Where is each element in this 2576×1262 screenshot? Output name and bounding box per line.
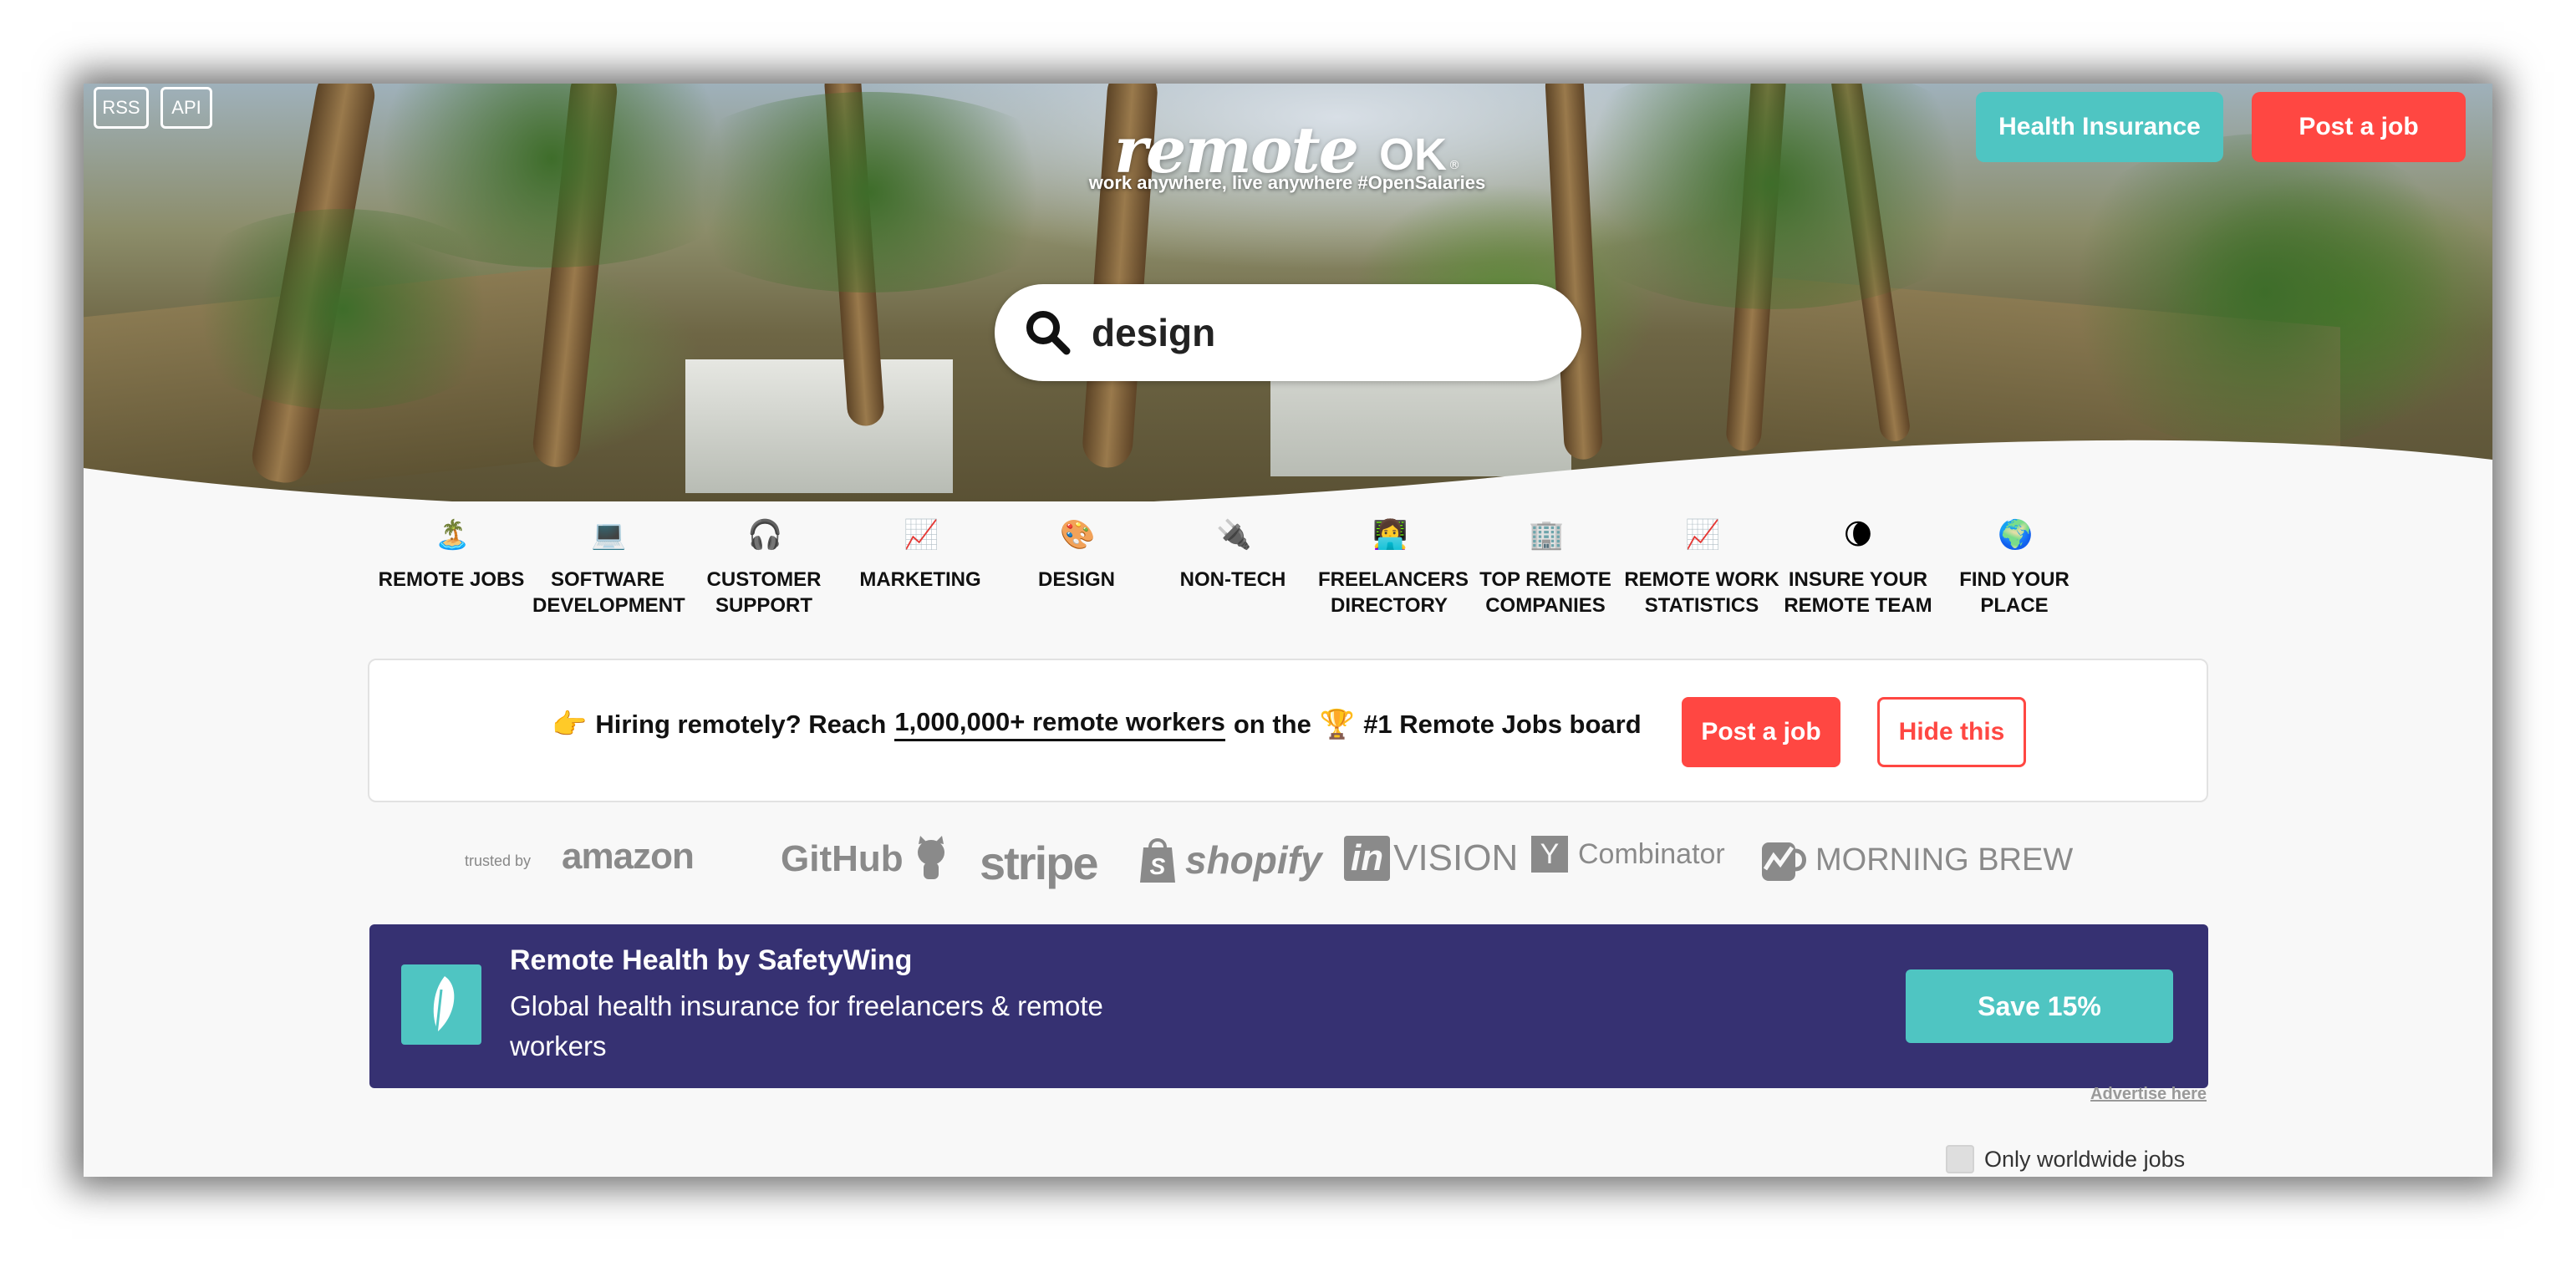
category-label: REMOTE JOBS: [378, 568, 525, 591]
trusted-by-logos: trusted by amazon GitHub stripe S shopif…: [461, 819, 2175, 903]
invision-logo: in VISION: [1344, 836, 1518, 881]
palm-fronds: [1538, 84, 2006, 309]
brand-name: Combinator: [1578, 837, 1725, 870]
y-combinator-logo: Y Combinator: [1531, 836, 1725, 873]
brand-name: stripe: [980, 837, 1098, 889]
palm-fronds: [167, 209, 518, 410]
hide-banner-button[interactable]: Hide this: [1877, 697, 2026, 767]
category-non-tech[interactable]: 🔌 NON-TECH: [1149, 518, 1316, 593]
search-input[interactable]: [1092, 310, 1560, 355]
trusted-by-label: trusted by: [465, 852, 532, 869]
office-building-icon: 🏢: [1529, 518, 1565, 552]
shopify-logo: S shopify: [1137, 836, 1322, 884]
pointing-hand-icon: 👉: [552, 707, 588, 741]
technologist-icon: 👩‍💻: [1372, 518, 1408, 552]
headphones-icon: 🎧: [747, 518, 783, 552]
plug-icon: 🔌: [1216, 518, 1252, 552]
hiring-banner: 👉 Hiring remotely? Reach 1,000,000+ remo…: [368, 659, 2208, 802]
sponsor-banner[interactable]: Remote Health by SafetyWing Global healt…: [369, 924, 2208, 1088]
trophy-icon: 🏆: [1319, 707, 1356, 741]
category-remote-jobs[interactable]: 🏝️ REMOTE JOBS: [368, 518, 535, 593]
amazon-logo: amazon: [562, 836, 695, 878]
brand-name: Y: [1531, 836, 1568, 873]
category-label: SOFTWARE DEVELOPMENT: [532, 568, 685, 617]
search-bar[interactable]: [995, 284, 1581, 381]
banner-post-job-button[interactable]: Post a job: [1682, 697, 1840, 767]
category-label: NON-TECH: [1179, 568, 1286, 591]
category-label: FIND YOUR PLACE: [1959, 568, 2069, 617]
category-label: INSURE YOUR REMOTE TEAM: [1784, 568, 1932, 617]
chart-up-icon: 📈: [1685, 518, 1721, 552]
advertise-link[interactable]: Advertise here: [2081, 1085, 2207, 1104]
feather-icon: [433, 976, 455, 1036]
logo-registered-mark: ®: [1448, 159, 1460, 172]
post-job-button[interactable]: Post a job: [2252, 92, 2466, 162]
hiring-text-middle: on the: [1233, 709, 1311, 739]
globe-icon: 🌍: [1998, 518, 2034, 552]
brand-name: amazon: [562, 836, 695, 877]
search-icon[interactable]: [1023, 308, 1073, 358]
octocat-icon: [917, 836, 944, 879]
sponsor-description: Global health insurance for freelancers …: [510, 990, 1103, 1061]
brand-name: GitHub: [781, 838, 904, 879]
reach-workers-link[interactable]: 1,000,000+ remote workers: [894, 707, 1225, 741]
svg-text:S: S: [1150, 853, 1166, 879]
category-label: MARKETING: [859, 568, 981, 591]
worldwide-checkbox[interactable]: [1946, 1145, 1974, 1173]
hiring-text-before: Hiring remotely? Reach: [595, 709, 887, 739]
hiring-banner-text: 👉 Hiring remotely? Reach 1,000,000+ remo…: [552, 707, 1642, 741]
save-discount-button[interactable]: Save 15%: [1906, 969, 2173, 1043]
island-icon: 🏝️: [435, 518, 471, 552]
brand-name: MORNING BREW: [1815, 842, 2074, 878]
category-remote-work-statistics[interactable]: 📈 REMOTE WORK STATISTICS: [1618, 518, 1785, 618]
category-label: FREELANCERS DIRECTORY: [1318, 568, 1469, 617]
category-nav: 🏝️ REMOTE JOBS 💻 SOFTWARE DEVELOPMENT 🎧 …: [368, 518, 2207, 652]
brand-name: in: [1344, 836, 1391, 881]
palette-icon: 🎨: [1060, 518, 1096, 552]
browser-page: RSS API remote OK ® work anywhere, live …: [84, 84, 2492, 1177]
chart-up-icon: 📈: [904, 518, 939, 552]
category-insure-your-remote-team[interactable]: 🌘 INSURE YOUR REMOTE TEAM: [1774, 518, 1942, 618]
morning-brew-logo: MORNING BREW: [1759, 836, 2073, 884]
mug-icon: [1762, 842, 1806, 881]
brand-name: shopify: [1185, 838, 1322, 882]
api-button[interactable]: API: [160, 87, 212, 129]
category-marketing[interactable]: 📈 MARKETING: [837, 518, 1004, 593]
category-find-your-place[interactable]: 🌍 FIND YOUR PLACE: [1931, 518, 2098, 618]
site-tagline: work anywhere, live anywhere #OpenSalari…: [1088, 172, 1486, 193]
github-logo: GitHub: [781, 836, 950, 883]
category-label: REMOTE WORK STATISTICS: [1624, 568, 1779, 617]
site-logo[interactable]: remote OK ®: [1114, 90, 1460, 182]
moon-icon: 🌘: [1843, 518, 1873, 552]
category-label: CUSTOMER SUPPORT: [706, 568, 822, 617]
stripe-logo: stripe: [980, 836, 1098, 890]
category-freelancers-directory[interactable]: 👩‍💻 FREELANCERS DIRECTORY: [1306, 518, 1473, 618]
category-label: TOP REMOTE COMPANIES: [1479, 568, 1611, 617]
category-design[interactable]: 🎨 DESIGN: [993, 518, 1160, 593]
hero-banner: RSS API remote OK ® work anywhere, live …: [84, 84, 2492, 501]
palm-fronds: [2048, 134, 2482, 451]
safetywing-logo: [401, 964, 481, 1045]
category-software-development[interactable]: 💻 SOFTWARE DEVELOPMENT: [524, 518, 691, 618]
shopping-bag-icon: S: [1140, 838, 1175, 883]
category-label: DESIGN: [1037, 568, 1115, 591]
category-top-remote-companies[interactable]: 🏢 TOP REMOTE COMPANIES: [1462, 518, 1629, 618]
brand-name: VISION: [1393, 837, 1519, 878]
rss-button[interactable]: RSS: [94, 87, 149, 129]
hiring-text-after: #1 Remote Jobs board: [1363, 709, 1642, 739]
sponsor-title: Remote Health by SafetyWing: [510, 944, 913, 976]
logo-ok-text: OK: [1378, 130, 1447, 180]
hero-wave-divider: [84, 440, 2492, 501]
health-insurance-button[interactable]: Health Insurance: [1976, 92, 2223, 162]
worldwide-filter[interactable]: Only worldwide jobs: [1946, 1145, 2185, 1173]
laptop-icon: 💻: [591, 518, 627, 552]
worldwide-label: Only worldwide jobs: [1984, 1146, 2186, 1172]
category-customer-support[interactable]: 🎧 CUSTOMER SUPPORT: [680, 518, 848, 618]
